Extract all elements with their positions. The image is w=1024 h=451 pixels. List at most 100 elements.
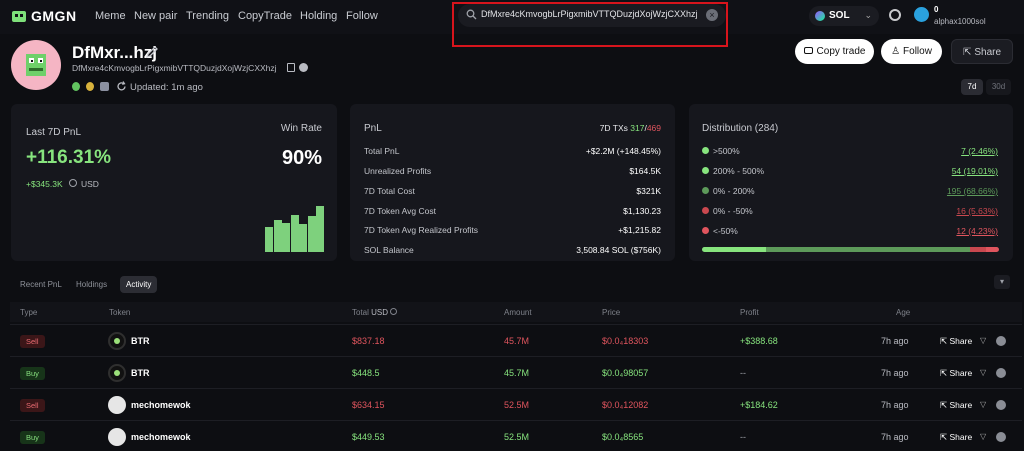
- row-amount: 52.5M: [504, 432, 530, 442]
- pnl-usd-unit: USD: [81, 179, 99, 189]
- settings-icon[interactable]: [889, 9, 901, 21]
- stat-value-avg-cost: $1,130.23: [623, 206, 661, 216]
- copy-trade-button[interactable]: Copy trade: [795, 39, 874, 64]
- nav-item-holding[interactable]: Holding: [300, 10, 337, 22]
- share-button[interactable]: ⇱ Share: [951, 39, 1013, 64]
- search-highlight: [452, 2, 728, 47]
- token-btr-icon: [108, 332, 126, 350]
- nav-item-copytrade[interactable]: CopyTrade: [238, 10, 292, 22]
- row-profit: --: [740, 368, 746, 378]
- dist-value-0-200[interactable]: 195 (68.66%): [947, 186, 998, 196]
- row-amount: 45.7M: [504, 336, 530, 346]
- col-total-label: Total: [352, 308, 369, 317]
- row-explorer-icon[interactable]: [996, 432, 1006, 442]
- stat-value-sol-balance: 3,508.84 SOL ($756K): [576, 245, 661, 255]
- stat-value-total-cost: $321K: [636, 186, 661, 196]
- tx-count: 7D TXs 317/469: [600, 123, 661, 133]
- tx-sell: 469: [646, 123, 661, 133]
- row-filter-icon[interactable]: ▽: [980, 368, 986, 377]
- row-filter-icon[interactable]: ▽: [980, 400, 986, 409]
- token-name[interactable]: mechomewok: [131, 432, 191, 442]
- dist-value-200-500[interactable]: 54 (19.01%): [952, 166, 998, 176]
- col-age: Age: [896, 308, 911, 317]
- pnl-bar: [307, 216, 316, 252]
- account-name[interactable]: alphax1000sol: [934, 17, 986, 26]
- row-filter-icon[interactable]: ▽: [980, 432, 986, 441]
- dist-label-0-200: 0% - 200%: [713, 186, 755, 196]
- col-total[interactable]: Total USD: [352, 308, 398, 317]
- token-name[interactable]: mechomewok: [131, 400, 191, 410]
- chain-selector[interactable]: SOL ⌄: [809, 6, 879, 26]
- dist-label-neg50: <-50%: [713, 226, 738, 236]
- row-price: $0.0₄12082: [602, 400, 649, 410]
- dist-value-0-neg50[interactable]: 16 (5.63%): [956, 206, 998, 216]
- row-share-label: Share: [949, 336, 973, 346]
- row-amount: 52.5M: [504, 400, 530, 410]
- table-row[interactable]: Sell BTR $837.18 45.7M $0.0₄18303 +$388.…: [10, 324, 1022, 356]
- table-row[interactable]: Buy BTR $448.5 45.7M $0.0₄98057 -- 7h ag…: [10, 356, 1022, 388]
- timeframe-7d[interactable]: 7d: [961, 79, 983, 95]
- row-explorer-icon[interactable]: [996, 336, 1006, 346]
- token-mechomewok-icon: [108, 428, 126, 446]
- updated-time: Updated: 1m ago: [130, 82, 203, 93]
- token-mechomewok-icon: [108, 396, 126, 414]
- tx-buy: 317: [630, 123, 645, 133]
- timeframe-30d[interactable]: 30d: [986, 79, 1011, 95]
- tag-icon-fish: [100, 82, 109, 91]
- dist-value-500[interactable]: 7 (2.46%): [961, 146, 998, 156]
- nav-item-trending[interactable]: Trending: [186, 10, 229, 22]
- type-badge-sell: Sell: [20, 335, 45, 348]
- token-name[interactable]: BTR: [131, 336, 150, 346]
- col-profit: Profit: [740, 308, 759, 317]
- explorer-icon[interactable]: [299, 63, 308, 72]
- table-row[interactable]: Sell mechomewok $634.15 52.5M $0.0₄12082…: [10, 388, 1022, 420]
- logo-icon[interactable]: [10, 8, 28, 24]
- token-name[interactable]: BTR: [131, 368, 150, 378]
- tab-bar: Recent PnL Holdings Activity: [10, 272, 1022, 296]
- copy-icon[interactable]: [287, 63, 295, 72]
- tab-holdings[interactable]: Holdings: [70, 276, 113, 293]
- dist-value-neg50[interactable]: 12 (4.23%): [956, 226, 998, 236]
- nav-item-meme[interactable]: Meme: [95, 10, 126, 22]
- col-total-unit: USD: [371, 308, 389, 317]
- row-total: $837.18: [352, 336, 385, 346]
- row-profit: +$388.68: [740, 336, 778, 346]
- logo-text[interactable]: GMGN: [31, 8, 77, 24]
- row-share-button[interactable]: ⇱ Share: [940, 432, 972, 443]
- stat-value-avg-realized: +$1,215.82: [618, 225, 661, 235]
- nav-item-new-pair[interactable]: New pair: [134, 10, 177, 22]
- pnl-percent: +116.31%: [26, 147, 112, 168]
- pnl-usd: +$345.3K: [26, 179, 63, 189]
- row-total: $448.5: [352, 368, 380, 378]
- tab-recent-pnl[interactable]: Recent PnL: [14, 276, 68, 293]
- pnl-card: Last 7D PnL +116.31% +$345.3K USD Win Ra…: [11, 104, 337, 261]
- nav-item-follow[interactable]: Follow: [346, 10, 378, 22]
- row-share-button[interactable]: ⇱ Share: [940, 336, 972, 347]
- wallet-icon: [803, 47, 813, 54]
- stat-label-total-pnl: Total PnL: [364, 146, 400, 156]
- follow-button[interactable]: ♙ Follow: [881, 39, 942, 64]
- edit-icon[interactable]: [145, 45, 159, 59]
- stat-label-sol-balance: SOL Balance: [364, 245, 414, 255]
- dist-label-200-500: 200% - 500%: [713, 166, 765, 176]
- refresh-icon[interactable]: [116, 81, 127, 92]
- win-rate-value: 90%: [281, 147, 322, 169]
- row-share-button[interactable]: ⇱ Share: [940, 400, 972, 411]
- row-filter-icon[interactable]: ▽: [980, 336, 986, 345]
- row-explorer-icon[interactable]: [996, 400, 1006, 410]
- row-share-button[interactable]: ⇱ Share: [940, 368, 972, 379]
- row-age: 7h ago: [881, 336, 909, 346]
- wallet-address: DfMxre4cKmvogbLrPigxmibVTTQDuzjdXojWzjCX…: [72, 63, 277, 73]
- distribution-segment: [765, 247, 970, 252]
- row-amount: 45.7M: [504, 368, 530, 378]
- pnl-bar: [290, 215, 299, 252]
- distribution-bar: [702, 247, 999, 252]
- tab-activity[interactable]: Activity: [120, 276, 158, 293]
- filter-icon[interactable]: ▾: [994, 275, 1010, 289]
- distribution-title: Distribution (284): [702, 123, 779, 134]
- stats-title: PnL: [364, 123, 382, 134]
- pnl-title: Last 7D PnL: [26, 127, 82, 138]
- telegram-icon[interactable]: [914, 7, 929, 22]
- table-row[interactable]: Buy mechomewok $449.53 52.5M $0.0₄8565 -…: [10, 420, 1022, 451]
- row-explorer-icon[interactable]: [996, 368, 1006, 378]
